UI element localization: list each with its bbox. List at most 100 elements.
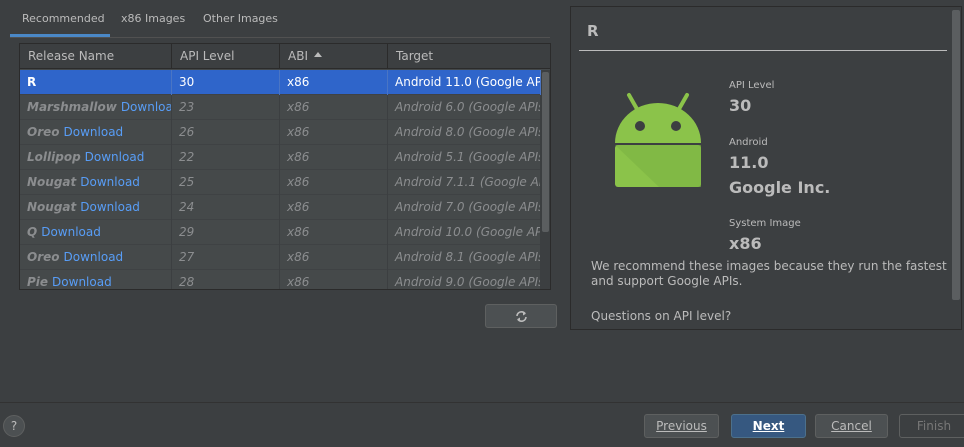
active-tab-indicator	[10, 34, 110, 37]
next-button[interactable]: Next	[731, 414, 806, 438]
release-name-cell: R	[20, 70, 172, 95]
table-row[interactable]: Oreo Download 26 x86 Android 8.0 (Google API…	[20, 120, 541, 145]
release-name-cell: Oreo Download	[20, 120, 172, 145]
help-button[interactable]: ?	[3, 415, 25, 437]
api-level-value: 30	[729, 96, 752, 115]
finish-button[interactable]: Finish	[899, 414, 964, 438]
sort-ascending-icon	[313, 52, 322, 57]
download-link[interactable]: Download	[64, 250, 124, 264]
download-link[interactable]: Download	[64, 125, 124, 139]
android-version-value: 11.0	[729, 153, 769, 172]
api-level-cell: 24	[172, 195, 280, 220]
android-label: Android	[729, 137, 768, 148]
table-row[interactable]: Oreo Download 27 x86 Android 8.1 (Google API…	[20, 245, 541, 270]
abi-cell: x86	[280, 70, 388, 95]
release-name: Marshmallow	[27, 100, 117, 114]
api-level-label: API Level	[729, 80, 775, 91]
column-header-api-level[interactable]: API Level	[172, 44, 280, 69]
api-level-cell: 29	[172, 220, 280, 245]
release-name: Pie	[27, 275, 49, 289]
api-level-cell: 30	[172, 70, 280, 95]
release-name: Nougat	[27, 200, 77, 214]
system-image-label: System Image	[729, 218, 801, 229]
system-image-value: x86	[729, 234, 762, 253]
refresh-icon	[516, 311, 527, 322]
target-cell: Android 6.0 (Google APIs)	[388, 95, 541, 120]
api-level-help-link[interactable]: Questions on API level?	[591, 309, 731, 323]
table-scrollbar-thumb[interactable]	[542, 72, 549, 232]
system-image-table: Release Name API Level ABI Target R 30 x86…	[19, 43, 551, 290]
column-header-target[interactable]: Target	[388, 44, 550, 69]
release-name: Oreo	[27, 250, 60, 264]
image-detail-panel: R API Level 30 Android 11.0 Google Inc. …	[570, 6, 962, 330]
download-link[interactable]: Download	[121, 100, 171, 114]
column-header-abi[interactable]: ABI	[280, 44, 388, 69]
release-name-cell: Q Download	[20, 220, 172, 245]
release-name: Q	[27, 225, 38, 239]
cancel-button[interactable]: Cancel	[815, 414, 888, 438]
abi-cell: x86	[280, 220, 388, 245]
target-cell: Android 7.1.1 (Google APIs)	[388, 170, 541, 195]
table-row[interactable]: Lollipop Download 22 x86 Android 5.1 (Google…	[20, 145, 541, 170]
abi-cell: x86	[280, 195, 388, 220]
table-row[interactable]: Nougat Download 24 x86 Android 7.0 (Google A…	[20, 195, 541, 220]
finish-button-label: Finish	[916, 419, 952, 433]
download-link[interactable]: Download	[85, 150, 145, 164]
release-name: R	[27, 75, 37, 89]
abi-cell: x86	[280, 145, 388, 170]
api-level-cell: 23	[172, 95, 280, 120]
column-header-abi-label: ABI	[288, 49, 308, 63]
tab-bar: Recommended x86 Images Other Images	[10, 0, 550, 38]
abi-cell: x86	[280, 270, 388, 289]
refresh-button[interactable]	[485, 304, 557, 328]
api-level-cell: 28	[172, 270, 280, 289]
target-cell: Android 10.0 (Google APIs)	[388, 220, 541, 245]
detail-scrollbar[interactable]	[952, 10, 960, 300]
cancel-button-label: Cancel	[831, 419, 872, 433]
abi-cell: x86	[280, 245, 388, 270]
api-level-cell: 25	[172, 170, 280, 195]
release-name-cell: Nougat Download	[20, 170, 172, 195]
tab-recommended[interactable]: Recommended	[22, 12, 105, 25]
previous-button-label: Previous	[656, 419, 707, 433]
api-level-cell: 22	[172, 145, 280, 170]
table-header: Release Name API Level ABI Target	[20, 44, 550, 69]
vendor-value: Google Inc.	[729, 178, 831, 197]
download-link[interactable]: Download	[80, 200, 140, 214]
table-row[interactable]: Pie Download 28 x86 Android 9.0 (Google APIs…	[20, 270, 541, 289]
release-name: Lollipop	[27, 150, 81, 164]
column-header-release-name[interactable]: Release Name	[20, 44, 172, 69]
table-row[interactable]: Marshmallow Download23x86Android 6.0 (Goo…	[20, 95, 541, 120]
release-name: Oreo	[27, 125, 60, 139]
table-scrollbar[interactable]	[541, 70, 550, 289]
abi-cell: x86	[280, 170, 388, 195]
detail-title: R	[587, 22, 599, 40]
download-link[interactable]: Download	[80, 175, 140, 189]
footer-divider	[0, 402, 964, 403]
abi-cell: x86	[280, 120, 388, 145]
abi-cell: x86	[280, 95, 388, 120]
previous-button[interactable]: Previous	[644, 414, 719, 438]
download-link[interactable]: Download	[52, 275, 112, 289]
recommendation-text: We recommend these images because they r…	[591, 259, 947, 288]
next-button-label: Next	[752, 419, 785, 433]
android-robot-icon	[615, 93, 701, 187]
target-cell: Android 8.0 (Google APIs)	[388, 120, 541, 145]
tab-other-images[interactable]: Other Images	[203, 12, 278, 25]
table-row[interactable]: Nougat Download 25 x86 Android 7.1.1 (Google…	[20, 170, 541, 195]
api-level-cell: 26	[172, 120, 280, 145]
target-cell: Android 7.0 (Google APIs)	[388, 195, 541, 220]
release-name-cell: Nougat Download	[20, 195, 172, 220]
release-name-cell: Marshmallow Download	[20, 95, 172, 120]
download-link[interactable]: Download	[41, 225, 101, 239]
table-row[interactable]: R 30 x86 Android 11.0 (Google APIs)	[20, 70, 541, 95]
table-row[interactable]: Q Download 29 x86 Android 10.0 (Google APIs)	[20, 220, 541, 245]
tab-x86-images[interactable]: x86 Images	[121, 12, 185, 25]
release-name-cell: Oreo Download	[20, 245, 172, 270]
target-cell: Android 11.0 (Google APIs)	[388, 70, 541, 95]
target-cell: Android 8.1 (Google APIs)	[388, 245, 541, 270]
release-name-cell: Lollipop Download	[20, 145, 172, 170]
target-cell: Android 5.1 (Google APIs)	[388, 145, 541, 170]
api-level-cell: 27	[172, 245, 280, 270]
target-cell: Android 9.0 (Google APIs)	[388, 270, 541, 289]
